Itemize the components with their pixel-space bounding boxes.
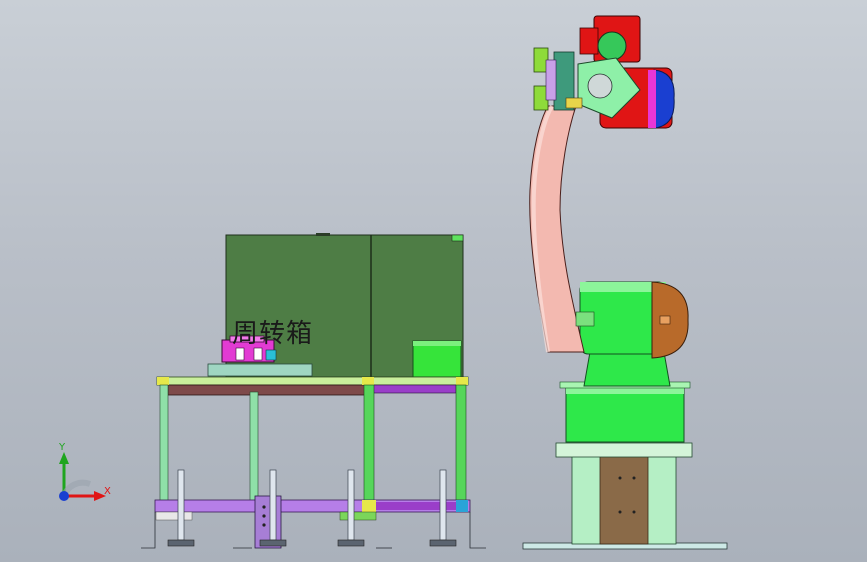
y-axis-label: Y <box>59 442 66 453</box>
x-axis-label: X <box>104 486 111 497</box>
coordinate-triad: Y X <box>50 440 120 510</box>
robot-arm[interactable] <box>529 105 595 353</box>
fixture-plate <box>207 363 313 377</box>
turnover-box-indicator <box>451 234 464 242</box>
assembly-scene[interactable] <box>0 0 867 562</box>
green-box <box>412 340 462 378</box>
turnover-box-label: 周转箱 <box>232 319 314 349</box>
cad-viewport[interactable]: 周转箱 Y X <box>0 0 867 562</box>
robot-base[interactable] <box>559 281 691 443</box>
robot-pedestal[interactable] <box>522 442 728 550</box>
work-table[interactable] <box>141 376 486 549</box>
